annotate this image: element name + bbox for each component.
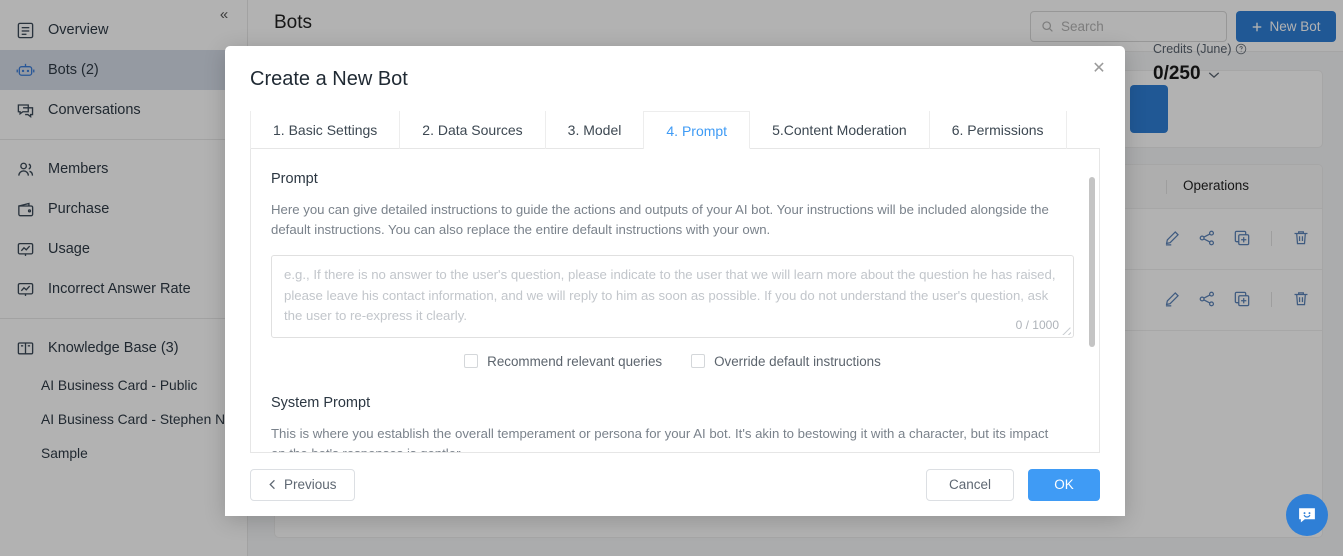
modal-tabs: 1. Basic Settings 2. Data Sources 3. Mod… — [250, 111, 1100, 149]
cancel-button[interactable]: Cancel — [926, 468, 1014, 501]
close-icon[interactable]: ✕ — [1088, 59, 1110, 81]
checkbox-box-icon — [691, 354, 706, 369]
ok-button[interactable]: OK — [1028, 468, 1100, 501]
create-bot-modal: ✕ Create a New Bot 1. Basic Settings 2. … — [225, 46, 1125, 516]
prompt-character-counter: 0 / 1000 — [1015, 317, 1059, 332]
chat-widget-button[interactable] — [1286, 494, 1328, 536]
chevron-left-icon — [269, 479, 275, 490]
checkbox-override-default-instructions[interactable]: Override default instructions — [691, 354, 881, 369]
tab-model[interactable]: 3. Model — [546, 111, 645, 149]
checkbox-label: Override default instructions — [714, 353, 881, 369]
checkbox-label: Recommend relevant queries — [487, 353, 663, 369]
chat-smiley-icon — [1299, 508, 1315, 523]
tab-content-moderation[interactable]: 5.Content Moderation — [750, 111, 930, 149]
tab-permissions[interactable]: 6. Permissions — [930, 111, 1067, 149]
system-prompt-description: This is where you establish the overall … — [271, 425, 1049, 452]
prompt-textarea-placeholder: e.g., If there is no answer to the user'… — [284, 266, 1056, 324]
modal-scrollbar[interactable] — [1089, 177, 1095, 347]
modal-title: Create a New Bot — [250, 68, 408, 90]
prompt-checkbox-group: Recommend relevant queries Override defa… — [271, 354, 1074, 369]
prompt-section-title: Prompt — [271, 171, 318, 187]
previous-label: Previous — [284, 477, 337, 492]
tab-prompt[interactable]: 4. Prompt — [644, 111, 751, 149]
checkbox-recommend-relevant-queries[interactable]: Recommend relevant queries — [464, 354, 662, 369]
tab-data-sources[interactable]: 2. Data Sources — [400, 111, 546, 149]
checkbox-box-icon — [464, 354, 479, 369]
prompt-section-description: Here you can give detailed instructions … — [271, 202, 1049, 238]
tab-basic-settings[interactable]: 1. Basic Settings — [250, 111, 401, 149]
prompt-textarea[interactable]: e.g., If there is no answer to the user'… — [271, 254, 1074, 338]
modal-body: Prompt Here you can give detailed instru… — [250, 149, 1100, 453]
previous-button[interactable]: Previous — [250, 468, 355, 501]
modal-footer: Previous Cancel OK — [225, 453, 1125, 516]
system-prompt-title: System Prompt — [271, 394, 371, 411]
system-prompt-section: System Prompt This is where you establis… — [271, 394, 1074, 452]
